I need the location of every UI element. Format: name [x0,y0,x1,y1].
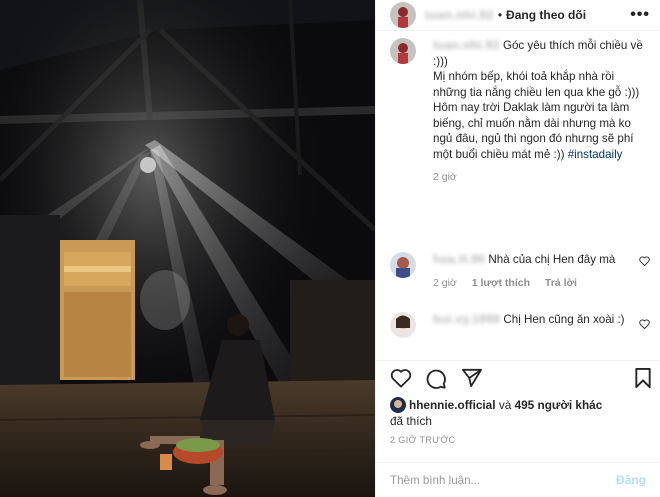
action-bar [390,368,652,395]
likes-summary: hhennie.official và 495 người khác đã th… [390,397,650,429]
comment-body: hoa.tt.90 Nhà của chị Hen đây mà 2 giờ 1… [433,252,628,291]
liker-avatar[interactable] [390,397,406,413]
more-icon[interactable]: ••• [630,6,650,24]
liker-username[interactable]: hhennie.official [409,398,496,412]
likes-connector: và [498,398,512,412]
post-image [0,0,375,497]
separator-dot: • [497,8,503,22]
comment-time: 2 giờ [433,276,457,289]
caption-author-avatar[interactable] [390,38,416,64]
heart-icon[interactable] [390,368,412,393]
reply-button[interactable]: Trả lời [545,277,577,289]
post-photo[interactable] [0,0,375,497]
comment-text: Nhà của chị Hen đây mà [488,253,616,266]
post-header: tuan.nhi.92 • Đang theo dõi ••• [376,0,660,31]
caption-time: 2 giờ [433,171,457,183]
post-side-panel: tuan.nhi.92 • Đang theo dõi ••• tuan.nhi… [375,0,660,497]
author-username[interactable]: tuan.nhi.92 [425,8,494,22]
caption-line-2: :))) [433,54,448,68]
likes-count[interactable]: 495 người khác [515,398,603,412]
actions-divider [376,360,660,361]
caption-author[interactable]: tuan.nhi.92 [433,38,500,54]
author-avatar[interactable] [390,2,416,28]
caption-text: tuan.nhi.92 Góc yêu thích mỗi chiều về :… [433,38,650,186]
share-icon[interactable] [461,368,483,393]
bookmark-icon[interactable] [634,368,652,394]
hashtag-link[interactable]: #instadaily [568,148,623,161]
commenter-avatar[interactable] [390,312,416,338]
commenter-username[interactable]: hoa.tt.90 [433,252,485,268]
comment-body: bui.vy.1998 Chị Hen cũng ăn xoài :) [433,312,628,328]
comment-like-icon[interactable] [639,256,650,272]
comment-likes[interactable]: 1 lượt thích [472,277,530,289]
commenter-username[interactable]: bui.vy.1998 [433,312,500,328]
commenter-avatar[interactable] [390,252,416,278]
post-comment-button[interactable]: Đăng [616,473,646,487]
comment-input[interactable] [390,473,616,487]
comment-text: Chị Hen cũng ăn xoài :) [503,313,625,326]
post-timestamp: 2 GIỜ TRƯỚC [390,435,456,445]
comment-icon[interactable] [425,368,447,395]
likes-suffix: đã thích [390,414,432,428]
caption-line-3: Mị nhóm bếp, khói toả khắp nhà rồi những… [433,70,640,99]
add-comment-bar: Đăng [376,462,660,497]
following-button[interactable]: Đang theo dõi [506,8,586,22]
caption-line-1: Góc yêu thích mỗi chiều về [502,39,643,52]
comment-like-icon[interactable] [639,319,650,335]
